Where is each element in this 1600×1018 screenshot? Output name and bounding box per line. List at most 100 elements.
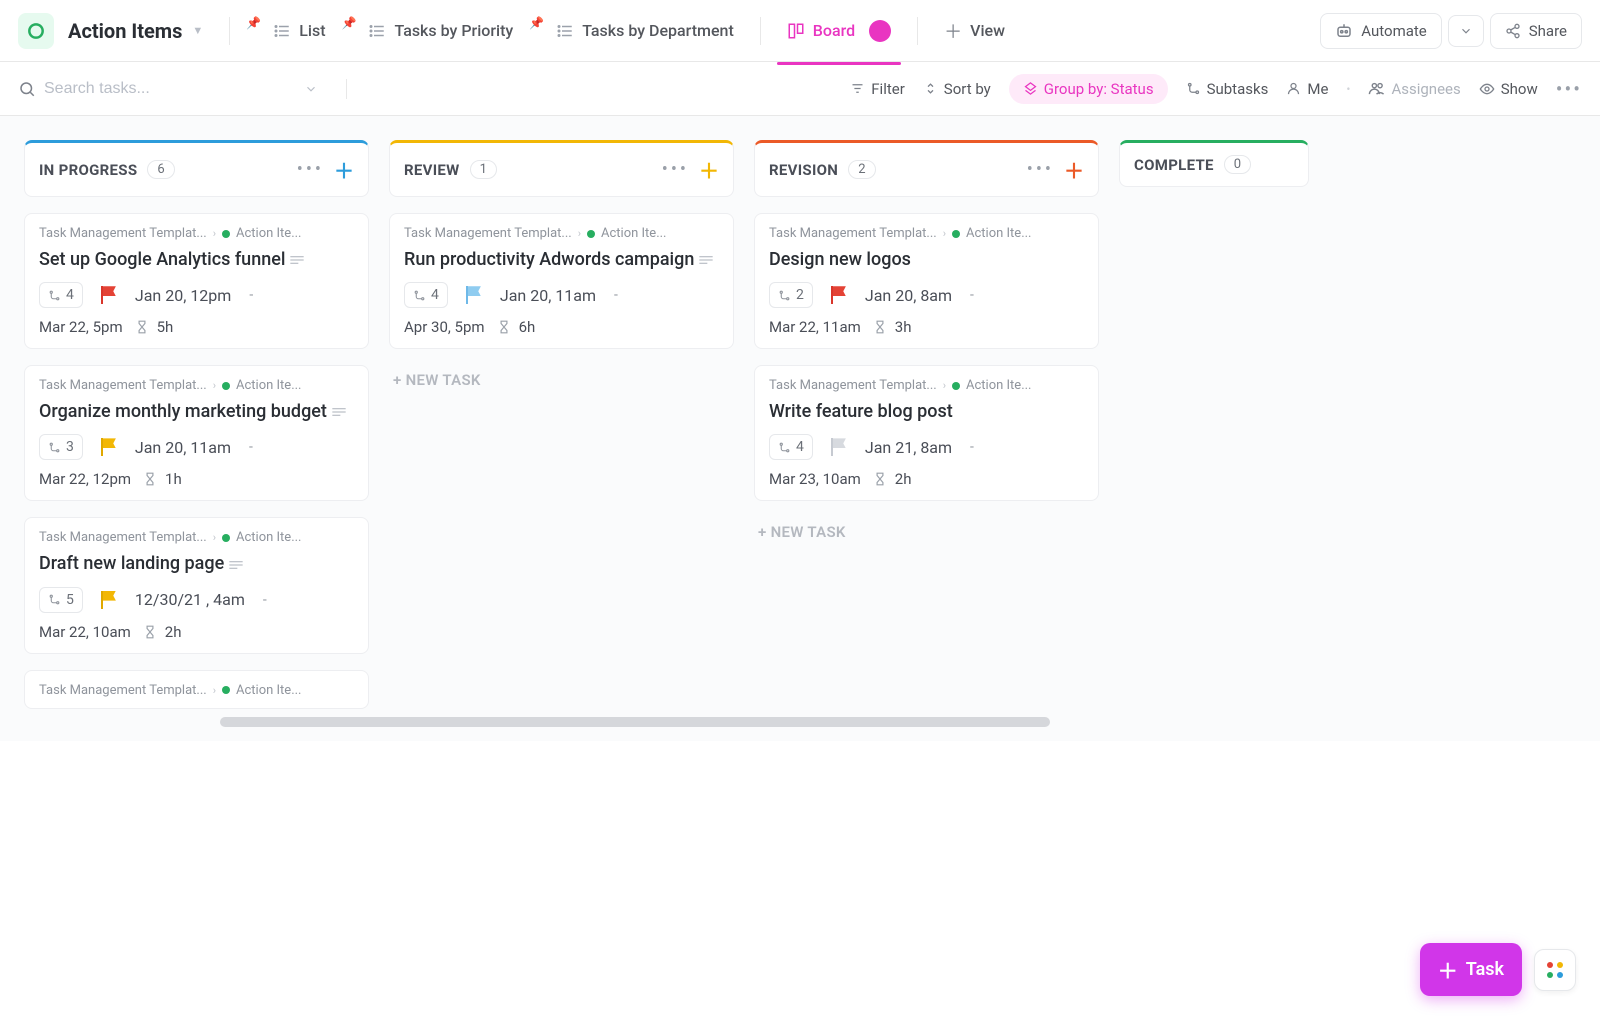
view-board[interactable]: Board	[777, 14, 901, 48]
priority-flag-icon[interactable]	[466, 286, 482, 304]
list-title-dropdown-icon[interactable]: ▼	[192, 24, 203, 37]
group-by-button[interactable]: Group by: Status	[1009, 74, 1168, 104]
card-due-date[interactable]: Mar 22, 5pm	[39, 318, 123, 336]
column-more-icon[interactable]: •••	[297, 159, 324, 180]
priority-flag-icon[interactable]	[101, 591, 117, 609]
card-due-date[interactable]: Mar 22, 10am	[39, 623, 131, 641]
breadcrumb-project: Task Management Templat...	[39, 530, 207, 545]
subtask-count[interactable]: 5	[39, 587, 83, 613]
subtask-count[interactable]: 4	[404, 282, 448, 308]
card-breadcrumb[interactable]: Task Management Templat... › Action Ite.…	[404, 226, 719, 241]
priority-flag-icon[interactable]	[831, 438, 847, 456]
list-dot-icon	[587, 230, 595, 238]
breadcrumb-project: Task Management Templat...	[769, 378, 937, 393]
card-due-date[interactable]: Mar 22, 11am	[769, 318, 861, 336]
task-card[interactable]: Task Management Templat... › Action Ite.…	[754, 213, 1099, 349]
list-dot-icon	[222, 382, 230, 390]
assignees-button[interactable]: Assignees	[1368, 80, 1460, 98]
card-due-date[interactable]: Mar 22, 12pm	[39, 470, 131, 488]
card-due-date[interactable]: Mar 23, 10am	[769, 470, 861, 488]
new-task-button[interactable]: + NEW TASK	[754, 517, 1099, 547]
date-dash: -	[970, 439, 974, 455]
divider	[229, 17, 230, 45]
card-footer-row: Mar 22, 11am 3h	[769, 318, 1084, 336]
search-dropdown-icon[interactable]	[304, 82, 318, 96]
task-card[interactable]: Task Management Templat... › Action Ite.…	[24, 365, 369, 501]
automate-dropdown[interactable]	[1448, 15, 1484, 47]
view-board-label: Board	[813, 21, 855, 40]
card-start-date[interactable]: 12/30/21 , 4am	[135, 590, 245, 609]
task-card[interactable]: Task Management Templat... › Action Ite.…	[24, 517, 369, 653]
automate-button[interactable]: Automate	[1320, 13, 1441, 49]
task-card[interactable]: Task Management Templat... › Action Ite.…	[24, 213, 369, 349]
description-icon	[289, 254, 305, 266]
card-start-date[interactable]: Jan 20, 11am	[500, 286, 596, 305]
more-options-icon[interactable]: •••	[1556, 77, 1582, 101]
column-add-icon[interactable]: ＋	[334, 155, 354, 184]
card-start-date[interactable]: Jan 20, 11am	[135, 438, 231, 457]
card-estimate: 2h	[895, 470, 912, 488]
show-button[interactable]: Show	[1479, 80, 1538, 98]
column-header[interactable]: REVISION 2 ••• ＋	[754, 140, 1099, 197]
view-list-label: List	[299, 21, 325, 40]
description-icon	[698, 254, 714, 266]
description-icon	[228, 559, 244, 571]
chevron-right-icon: ›	[943, 379, 946, 392]
column-header[interactable]: COMPLETE 0	[1119, 140, 1309, 187]
card-breadcrumb[interactable]: Task Management Templat... › Action Ite.…	[39, 530, 354, 545]
card-footer-row: Mar 23, 10am 2h	[769, 470, 1084, 488]
subtask-count[interactable]: 2	[769, 282, 813, 308]
assignees-label: Assignees	[1391, 80, 1460, 98]
card-breadcrumb[interactable]: Task Management Templat... › Action Ite.…	[39, 683, 354, 698]
column-add-icon[interactable]: ＋	[699, 155, 719, 184]
top-toolbar: Action Items ▼ 📌 List 📌 Tasks by Priorit…	[0, 0, 1600, 62]
column-header[interactable]: IN PROGRESS 6 ••• ＋	[24, 140, 369, 197]
subtask-count[interactable]: 3	[39, 434, 83, 460]
group-by-label: Group by: Status	[1044, 80, 1154, 98]
share-button[interactable]: Share	[1490, 13, 1582, 49]
description-icon	[331, 406, 347, 418]
list-title[interactable]: Action Items	[68, 19, 182, 43]
column-more-icon[interactable]: •••	[1027, 159, 1054, 180]
card-breadcrumb[interactable]: Task Management Templat... › Action Ite.…	[769, 378, 1084, 393]
filter-button[interactable]: Filter	[850, 80, 905, 98]
column-add-icon[interactable]: ＋	[1064, 155, 1084, 184]
card-estimate: 1h	[165, 470, 182, 488]
apps-fab[interactable]	[1534, 949, 1576, 991]
card-meta-row: 4 Jan 20, 11am -	[404, 282, 719, 308]
card-start-date[interactable]: Jan 21, 8am	[865, 438, 952, 457]
column-more-icon[interactable]: •••	[662, 159, 689, 180]
priority-flag-icon[interactable]	[101, 286, 117, 304]
task-card[interactable]: Task Management Templat... › Action Ite.…	[24, 670, 369, 709]
card-breadcrumb[interactable]: Task Management Templat... › Action Ite.…	[39, 378, 354, 393]
new-task-fab[interactable]: ＋ Task	[1420, 943, 1522, 996]
subtasks-button[interactable]: Subtasks	[1186, 80, 1269, 98]
subtask-count[interactable]: 4	[769, 434, 813, 460]
card-breadcrumb[interactable]: Task Management Templat... › Action Ite.…	[39, 226, 354, 241]
search-input[interactable]	[44, 80, 296, 98]
card-due-date[interactable]: Apr 30, 5pm	[404, 318, 485, 336]
card-start-date[interactable]: Jan 20, 8am	[865, 286, 952, 305]
new-task-button[interactable]: + NEW TASK	[389, 365, 734, 395]
task-card[interactable]: Task Management Templat... › Action Ite.…	[754, 365, 1099, 501]
view-department[interactable]: Tasks by Department	[546, 15, 744, 46]
card-breadcrumb[interactable]: Task Management Templat... › Action Ite.…	[769, 226, 1084, 241]
view-list[interactable]: List	[263, 15, 335, 46]
horizontal-scrollbar[interactable]	[220, 717, 1050, 727]
add-view-button[interactable]: ＋ View	[934, 12, 1015, 50]
card-title: Set up Google Analytics funnel	[39, 247, 354, 272]
subtask-count[interactable]: 4	[39, 282, 83, 308]
card-start-date[interactable]: Jan 20, 12pm	[135, 286, 231, 305]
view-priority[interactable]: Tasks by Priority	[358, 15, 523, 46]
sort-button[interactable]: Sort by	[923, 80, 991, 98]
hourglass-icon	[135, 320, 149, 334]
card-title: Write feature blog post	[769, 399, 1084, 424]
task-card[interactable]: Task Management Templat... › Action Ite.…	[389, 213, 734, 349]
priority-flag-icon[interactable]	[831, 286, 847, 304]
column-header[interactable]: REVIEW 1 ••• ＋	[389, 140, 734, 197]
me-button[interactable]: Me	[1286, 80, 1328, 98]
column-count: 0	[1224, 155, 1251, 174]
board-next-icon[interactable]	[869, 20, 891, 42]
divider	[760, 17, 761, 45]
priority-flag-icon[interactable]	[101, 438, 117, 456]
